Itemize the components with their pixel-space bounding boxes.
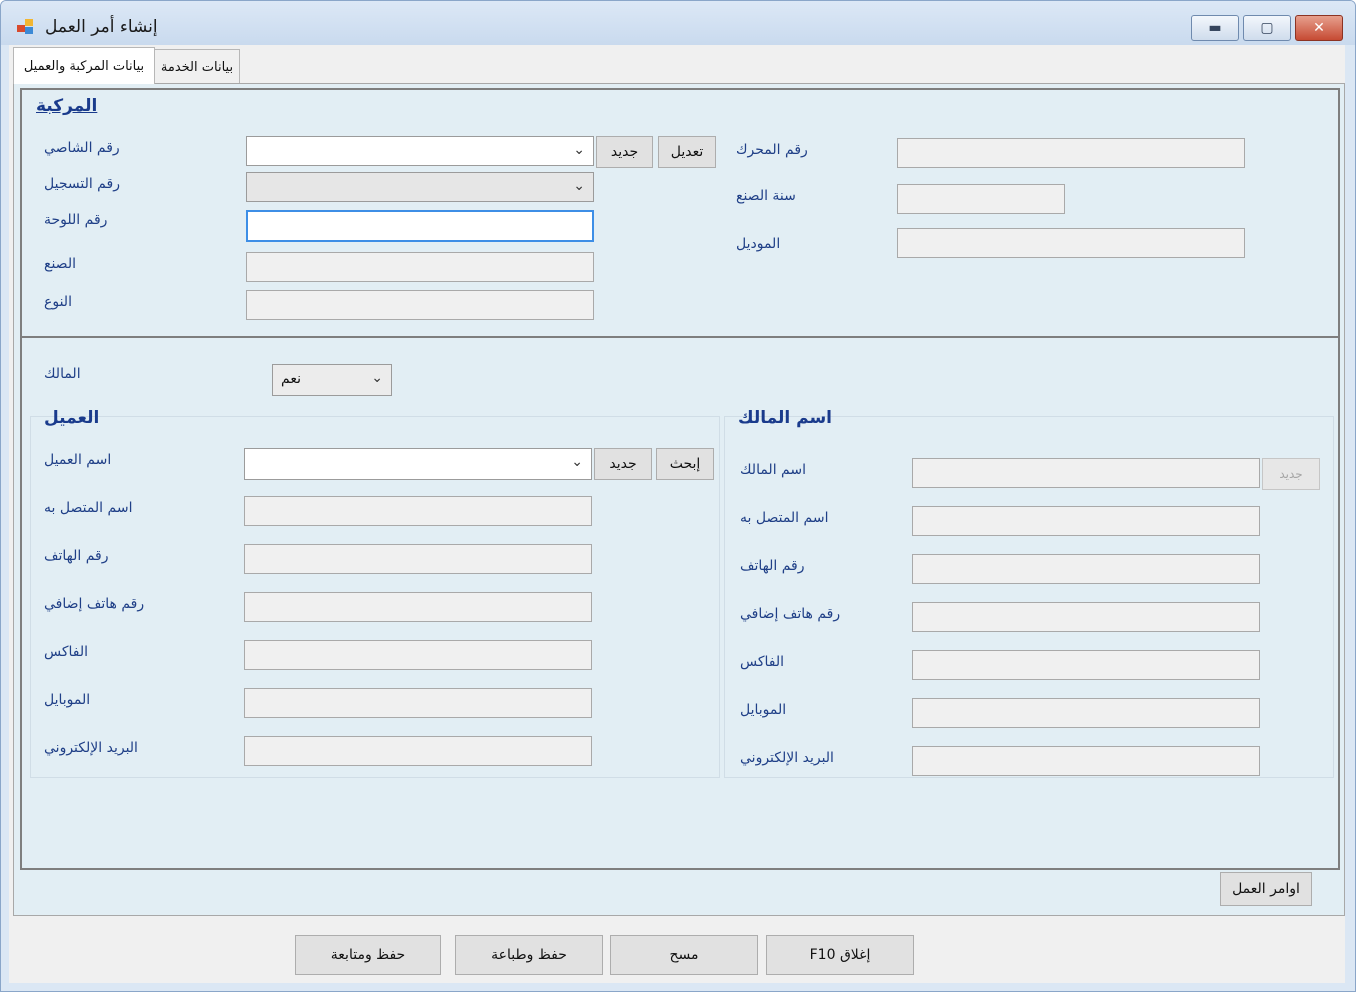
owner-name-input[interactable] [912,458,1260,488]
customer-mobile-label: الموبايل [44,692,91,708]
owner-mobile-label: الموبايل [740,702,787,718]
engine-label: رقم المحرك [736,142,808,158]
customer-mobile-input[interactable] [244,688,592,718]
registration-combo[interactable]: ⌄ [246,172,594,202]
model-label: الموديل [736,236,781,252]
clear-button[interactable]: مسح [610,935,758,975]
owner-select[interactable]: نعم ⌄ [272,364,392,396]
close-button[interactable]: F10 إغلاق [766,935,914,975]
vehicle-section-title: المركبة [36,96,98,116]
owner-email-input[interactable] [912,746,1260,776]
customer-email-label: البريد الإلكتروني [44,740,138,756]
minimize-icon: ▬ [1208,20,1222,36]
owner-new-button[interactable]: جديد [1262,458,1320,490]
app-window-icon [17,19,35,35]
owner-extra-phone-label: رقم هاتف إضافي [740,606,841,622]
chevron-down-icon: ⌄ [573,178,585,194]
chassis-label: رقم الشاصي [44,140,120,156]
plate-label: رقم اللوحة [44,212,108,228]
vehicle-edit-button[interactable]: تعديل [658,136,716,168]
owner-phone-input[interactable] [912,554,1260,584]
owner-fax-input[interactable] [912,650,1260,680]
make-label: الصنع [44,256,76,272]
owner-contact-label: اسم المتصل به [740,510,829,526]
owner-select-label: المالك [44,366,81,382]
owner-mobile-input[interactable] [912,698,1260,728]
customer-section-title: العميل [44,408,100,428]
type-label: النوع [44,294,72,310]
customer-extra-phone-label: رقم هاتف إضافي [44,596,145,612]
owner-extra-phone-input[interactable] [912,602,1260,632]
customer-phone-label: رقم الهاتف [44,548,109,564]
window-title: إنشاء أمر العمل [45,17,158,37]
customer-name-label: اسم العميل [44,452,112,468]
customer-contact-label: اسم المتصل به [44,500,133,516]
main-window: إنشاء أمر العمل ▬ ▢ ✕ بيانات المركبة وال… [0,0,1356,992]
customer-name-combo[interactable]: ⌄ [244,448,592,480]
tab-page-vehicle-customer: المركبة رقم الشاصي ⌄ جديد تعديل رقم التس… [13,83,1345,916]
owner-contact-input[interactable] [912,506,1260,536]
client-area: بيانات المركبة والعميل بيانات الخدمة الم… [9,45,1345,983]
owner-section-title: اسم المالك [738,408,832,428]
chevron-down-icon: ⌄ [571,454,583,470]
owner-email-label: البريد الإلكتروني [740,750,834,766]
close-icon: ✕ [1313,20,1325,36]
year-label: سنة الصنع [736,188,796,204]
owner-name-label: اسم المالك [740,462,806,478]
customer-email-input[interactable] [244,736,592,766]
save-continue-button[interactable]: حفظ ومتابعة [295,935,441,975]
chevron-down-icon: ⌄ [371,370,383,386]
minimize-button[interactable]: ▬ [1191,15,1239,41]
owner-select-value: نعم [281,371,301,387]
owner-phone-label: رقم الهاتف [740,558,805,574]
registration-label: رقم التسجيل [44,176,120,192]
chevron-down-icon: ⌄ [573,142,585,158]
customer-owner-group: المالك نعم ⌄ العميل اسم العميل ⌄ جديد إب… [20,336,1340,870]
close-window-button[interactable]: ✕ [1295,15,1343,41]
work-orders-button[interactable]: اوامر العمل [1220,872,1312,906]
plate-input[interactable] [246,210,594,242]
tab-vehicle-customer[interactable]: بيانات المركبة والعميل [13,47,155,84]
year-input[interactable] [897,184,1065,214]
customer-extra-phone-input[interactable] [244,592,592,622]
customer-contact-input[interactable] [244,496,592,526]
customer-search-button[interactable]: إبحث [656,448,714,480]
save-print-button[interactable]: حفظ وطباعة [455,935,603,975]
model-input[interactable] [897,228,1245,258]
customer-phone-input[interactable] [244,544,592,574]
customer-fax-label: الفاكس [44,644,89,660]
type-input[interactable] [246,290,594,320]
owner-fax-label: الفاكس [740,654,785,670]
vehicle-new-button[interactable]: جديد [596,136,653,168]
vehicle-group: المركبة رقم الشاصي ⌄ جديد تعديل رقم التس… [20,88,1340,340]
maximize-button[interactable]: ▢ [1243,15,1291,41]
maximize-icon: ▢ [1260,20,1274,36]
customer-new-button[interactable]: جديد [594,448,652,480]
tab-service[interactable]: بيانات الخدمة [154,49,240,84]
make-input[interactable] [246,252,594,282]
title-bar[interactable]: إنشاء أمر العمل ▬ ▢ ✕ [1,1,1355,45]
customer-fax-input[interactable] [244,640,592,670]
engine-input[interactable] [897,138,1245,168]
chassis-combo[interactable]: ⌄ [246,136,594,166]
